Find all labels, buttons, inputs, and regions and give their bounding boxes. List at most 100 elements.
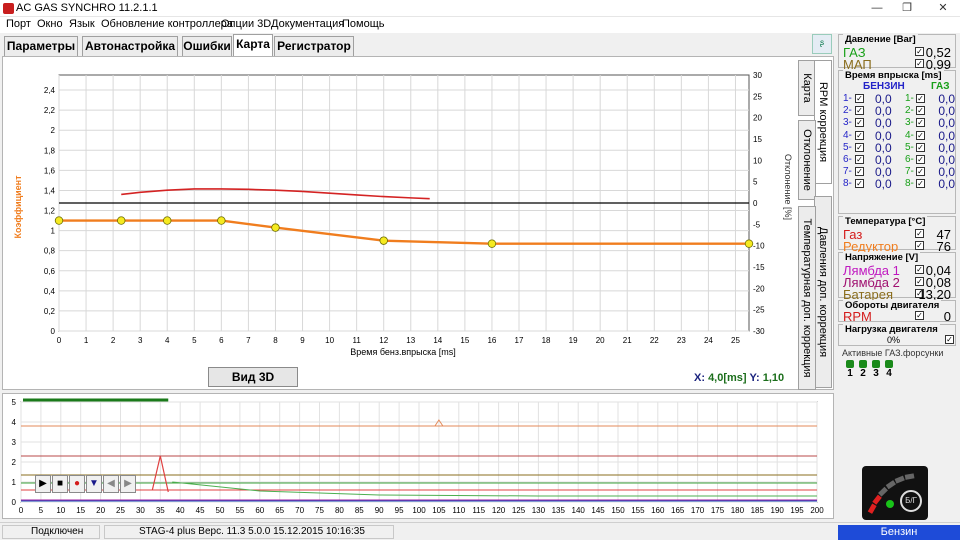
x-tick-label: 19 bbox=[569, 336, 578, 345]
x-tick-label: 20 bbox=[596, 336, 605, 345]
side-tab-pressure-correction[interactable]: Давления доп. коррекция bbox=[814, 196, 832, 388]
fuel-mode-indicator[interactable]: Б/Г bbox=[862, 466, 928, 520]
gas-cyl-checkbox[interactable]: ✓ bbox=[916, 94, 925, 103]
osc-x-tick-label: 65 bbox=[275, 506, 284, 515]
x-tick-label: 8 bbox=[273, 336, 278, 345]
tab-logger[interactable]: Регистратор bbox=[274, 36, 354, 56]
menu-help[interactable]: Помощь bbox=[342, 18, 385, 30]
stop-icon[interactable]: ■ bbox=[52, 475, 68, 493]
osc-x-tick-label: 85 bbox=[355, 506, 364, 515]
load-checkbox[interactable]: ✓ bbox=[945, 335, 954, 344]
menu-window[interactable]: Окно bbox=[37, 18, 63, 30]
map-chart-panel: 0 1 2 3 4 5 6 7 8 9 10 11 12 13 14 15 16 17 18 19 20 21 22 23 24… bbox=[2, 56, 834, 390]
gas-temp-checkbox[interactable]: ✓ bbox=[915, 229, 924, 238]
injection-row: 4- ✓ 0,0 4- ✓ 0,0 bbox=[843, 129, 955, 143]
osc-x-tick-label: 165 bbox=[671, 506, 685, 515]
map-chart[interactable]: 0 1 2 3 4 5 6 7 8 9 10 11 12 13 14 15 16 17 18 19 20 21 22 23 24… bbox=[3, 57, 835, 391]
osc-x-tick-label: 60 bbox=[255, 506, 264, 515]
reducer-temp-checkbox[interactable]: ✓ bbox=[915, 241, 924, 250]
menu-documentation[interactable]: Документация bbox=[271, 18, 344, 30]
gas-cyl-number: 2- bbox=[905, 105, 914, 117]
maximize-button[interactable]: ❐ bbox=[892, 1, 922, 15]
y-right-tick-label: -5 bbox=[753, 220, 761, 229]
menu-options-3d[interactable]: Опции 3D bbox=[221, 18, 271, 30]
petrol-cyl-checkbox[interactable]: ✓ bbox=[855, 179, 864, 189]
x-tick-label: 18 bbox=[542, 336, 551, 345]
petrol-cyl-checkbox[interactable]: ✓ bbox=[855, 142, 864, 152]
x-tick-label: 4 bbox=[165, 336, 170, 345]
petrol-cyl-checkbox[interactable]: ✓ bbox=[855, 130, 864, 140]
osc-y-tick-label: 4 bbox=[12, 418, 17, 427]
prev-icon[interactable]: ◀ bbox=[103, 475, 119, 493]
gas-cyl-checkbox[interactable]: ✓ bbox=[916, 106, 925, 116]
petrol-cyl-checkbox[interactable]: ✓ bbox=[855, 118, 864, 128]
osc-x-tick-label: 190 bbox=[771, 506, 785, 515]
gas-header: ГАЗ bbox=[931, 81, 950, 92]
osc-x-tick-label: 120 bbox=[492, 506, 506, 515]
gas-cyl-checkbox[interactable]: ✓ bbox=[916, 130, 925, 140]
tab-parameters[interactable]: Параметры bbox=[4, 36, 78, 56]
y-left-tick-label: 1,8 bbox=[44, 146, 56, 155]
tab-errors[interactable]: Ошибки bbox=[182, 36, 232, 56]
y-left-tick-label: 2 bbox=[51, 126, 56, 135]
view-3d-button[interactable]: Вид 3D bbox=[208, 367, 298, 387]
y-left-tick-label: 0,4 bbox=[44, 287, 56, 296]
gas-pressure-checkbox[interactable]: ✓ bbox=[915, 47, 924, 56]
x-tick-label: 12 bbox=[379, 336, 388, 345]
close-button[interactable]: ✕ bbox=[928, 1, 958, 15]
lambda2-checkbox[interactable]: ✓ bbox=[915, 277, 924, 286]
coefficient-point bbox=[271, 223, 280, 232]
tab-map[interactable]: Карта bbox=[233, 34, 273, 57]
osc-x-tick-label: 115 bbox=[472, 506, 485, 515]
gas-ready-dot bbox=[886, 500, 894, 508]
injection-row: 1- ✓ 0,0 1- ✓ 0,0 bbox=[843, 92, 955, 106]
y-right-tick-label: -15 bbox=[753, 263, 765, 272]
y-left-tick-label: 0,6 bbox=[44, 267, 56, 276]
marker-down-icon[interactable]: ▼ bbox=[86, 475, 102, 493]
rpm-checkbox[interactable]: ✓ bbox=[915, 311, 924, 320]
play-icon[interactable]: ▶ bbox=[35, 475, 51, 493]
osc-y-tick-label: 1 bbox=[12, 478, 17, 487]
menu-bar: Порт Окно Язык Обновление контроллера Оп… bbox=[0, 17, 960, 33]
gas-cyl-checkbox[interactable]: ✓ bbox=[916, 118, 925, 128]
fuel-switch-button[interactable]: Б/Г bbox=[900, 490, 922, 512]
lambda1-checkbox[interactable]: ✓ bbox=[915, 265, 924, 274]
rpm-mode-icon[interactable]: ᶳ bbox=[812, 34, 832, 54]
osc-x-tick-label: 25 bbox=[116, 506, 125, 515]
petrol-cyl-checkbox[interactable]: ✓ bbox=[855, 106, 864, 116]
menu-port[interactable]: Порт bbox=[6, 18, 31, 30]
voltage-group: Напряжение [V] Лямбда 1 ✓ 0,04 Лямбда 2 … bbox=[838, 252, 956, 302]
injector-number: 4 bbox=[886, 368, 892, 379]
gas-cyl-checkbox[interactable]: ✓ bbox=[916, 167, 925, 177]
petrol-cyl-checkbox[interactable]: ✓ bbox=[855, 167, 864, 177]
osc-x-tick-label: 110 bbox=[452, 506, 465, 515]
osc-x-tick-label: 200 bbox=[810, 506, 824, 515]
x-tick-label: 3 bbox=[138, 336, 143, 345]
next-icon[interactable]: ▶ bbox=[120, 475, 136, 493]
osc-y-tick-label: 0 bbox=[12, 498, 17, 507]
side-tab-rpm-correction[interactable]: RPM коррекция bbox=[814, 60, 832, 184]
osc-y-tick-label: 5 bbox=[12, 398, 17, 407]
menu-update[interactable]: Обновление контроллера bbox=[101, 18, 233, 30]
oscilloscope-chart[interactable]: 0 5 10 15 20 25 30 35 40 45 50 55 60 65 70 75 80 85 90 95 10… bbox=[3, 394, 835, 520]
device-info: STAG-4 plus Верс. 11.3 5.0.0 15.12.2015 … bbox=[104, 525, 394, 539]
x-tick-label: 25 bbox=[731, 336, 740, 345]
osc-x-tick-label: 180 bbox=[731, 506, 745, 515]
gas-cyl-checkbox[interactable]: ✓ bbox=[916, 155, 925, 164]
gas-cyl-checkbox[interactable]: ✓ bbox=[916, 179, 925, 189]
petrol-cyl-checkbox[interactable]: ✓ bbox=[855, 155, 864, 164]
side-tab-temperature-correction[interactable]: Температурная доп. коррекция bbox=[798, 206, 816, 390]
side-tab-deviation[interactable]: Отклонение bbox=[798, 120, 816, 200]
osc-x-tick-label: 105 bbox=[432, 506, 446, 515]
record-icon[interactable]: ● bbox=[69, 475, 85, 493]
tab-autotune[interactable]: Автонастройка bbox=[82, 36, 178, 56]
menu-language[interactable]: Язык bbox=[69, 18, 95, 30]
gas-cyl-checkbox[interactable]: ✓ bbox=[916, 142, 925, 152]
x-tick-label: 15 bbox=[460, 336, 469, 345]
petrol-cyl-checkbox[interactable]: ✓ bbox=[855, 94, 864, 103]
minimize-button[interactable]: — bbox=[862, 1, 892, 15]
petrol-inj-value: 0,0 bbox=[875, 177, 892, 192]
map-pressure-checkbox[interactable]: ✓ bbox=[915, 59, 924, 68]
x-readout-value: 4,0[ms] bbox=[708, 372, 747, 384]
x-tick-label: 17 bbox=[515, 336, 524, 345]
